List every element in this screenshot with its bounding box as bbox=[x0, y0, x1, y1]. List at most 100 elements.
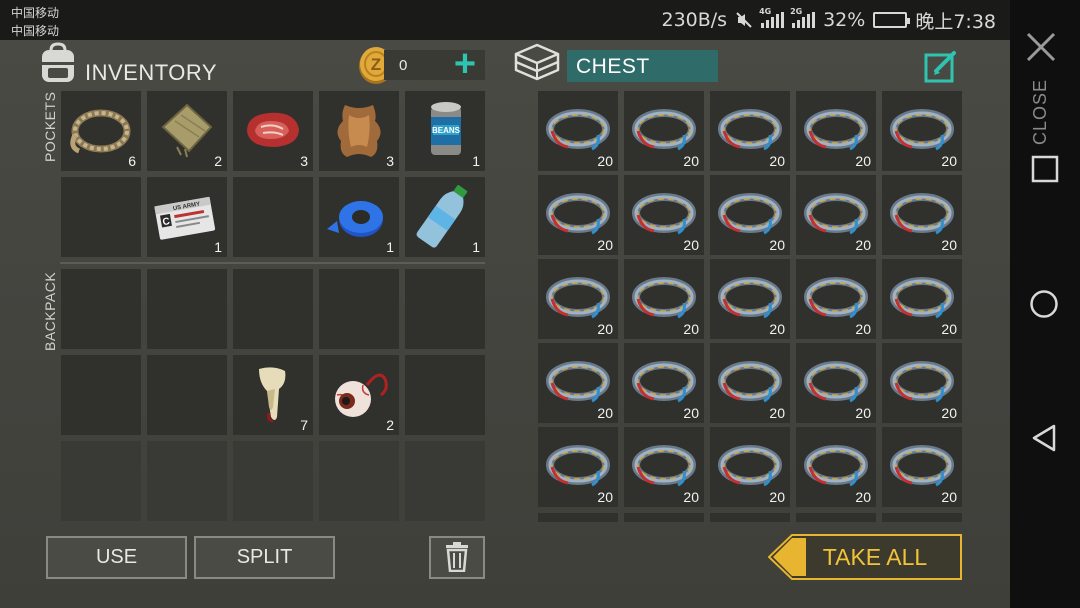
chest-slot[interactable]: 20 bbox=[624, 91, 704, 171]
home-button[interactable] bbox=[1029, 289, 1059, 319]
backpack-slot[interactable] bbox=[61, 355, 141, 435]
plus-icon[interactable]: + bbox=[448, 45, 482, 83]
trash-icon bbox=[446, 542, 468, 573]
chest-slot[interactable]: 20 bbox=[796, 343, 876, 423]
chest-slot[interactable]: 20 bbox=[624, 427, 704, 507]
item-quantity: 7 bbox=[300, 417, 308, 433]
backpack-slot[interactable]: 2 bbox=[319, 355, 399, 435]
chest-slot[interactable]: 20 bbox=[538, 259, 618, 339]
chest-slot[interactable]: 20 bbox=[882, 343, 962, 423]
chest-slot[interactable] bbox=[538, 513, 618, 522]
clock: 晚上7:38 bbox=[915, 10, 996, 33]
chest-slot[interactable]: 20 bbox=[624, 175, 704, 255]
status-indicators: 230B/s 4G 2G 32% 晚上7:38 bbox=[661, 7, 996, 33]
svg-text:Z: Z bbox=[371, 55, 381, 74]
use-button[interactable]: USE bbox=[46, 536, 187, 579]
backpack-slot[interactable] bbox=[319, 269, 399, 349]
chest-slot[interactable]: 20 bbox=[710, 175, 790, 255]
item-quantity: 20 bbox=[855, 153, 871, 169]
pocket-slot[interactable] bbox=[61, 177, 141, 257]
item-quantity: 20 bbox=[683, 237, 699, 253]
rename-chest-icon[interactable] bbox=[924, 49, 958, 83]
locked-slot[interactable] bbox=[319, 441, 399, 521]
signal-4g-label: 4G bbox=[759, 7, 772, 16]
chest-slot[interactable] bbox=[624, 513, 704, 522]
chest-slot[interactable]: 20 bbox=[796, 175, 876, 255]
item-quantity: 20 bbox=[941, 237, 957, 253]
backpack-slot[interactable] bbox=[147, 269, 227, 349]
chest-slot[interactable]: 20 bbox=[710, 259, 790, 339]
chest-slot[interactable]: 20 bbox=[710, 343, 790, 423]
backpack-label: BACKPACK bbox=[42, 271, 58, 351]
pocket-slot[interactable]: 1 bbox=[405, 177, 485, 257]
backpack-slot[interactable] bbox=[61, 269, 141, 349]
item-quantity: 20 bbox=[855, 321, 871, 337]
item-quantity: 2 bbox=[386, 417, 394, 433]
chest-slot[interactable]: 20 bbox=[624, 343, 704, 423]
discard-button[interactable] bbox=[429, 536, 485, 579]
backpack-slot[interactable] bbox=[147, 355, 227, 435]
item-quantity: 20 bbox=[597, 321, 613, 337]
pocket-slot[interactable]: BEANS 1 bbox=[405, 91, 485, 171]
chest-slot[interactable]: 20 bbox=[624, 259, 704, 339]
chest-slot[interactable]: 20 bbox=[710, 427, 790, 507]
chest-slot[interactable]: 20 bbox=[796, 91, 876, 171]
recents-button[interactable] bbox=[1031, 155, 1059, 183]
chest-slot[interactable] bbox=[796, 513, 876, 522]
locked-slot[interactable] bbox=[233, 441, 313, 521]
item-quantity: 20 bbox=[941, 489, 957, 505]
back-button[interactable] bbox=[1030, 423, 1058, 453]
pocket-slot[interactable]: 1 bbox=[319, 177, 399, 257]
backpack-slot[interactable]: 7 bbox=[233, 355, 313, 435]
chest-slot[interactable] bbox=[710, 513, 790, 522]
battery-percent: 32% bbox=[823, 9, 866, 31]
chest-slot[interactable]: 20 bbox=[796, 427, 876, 507]
chest-slot[interactable]: 20 bbox=[538, 343, 618, 423]
chest-slot[interactable]: 20 bbox=[882, 175, 962, 255]
svg-text:BEANS: BEANS bbox=[432, 126, 461, 135]
battery-icon bbox=[873, 12, 911, 28]
backpack-slot[interactable] bbox=[233, 269, 313, 349]
take-all-label: TAKE ALL bbox=[822, 544, 928, 570]
item-quantity: 3 bbox=[300, 153, 308, 169]
item-quantity: 20 bbox=[855, 237, 871, 253]
pocket-slot[interactable]: 3 bbox=[233, 91, 313, 171]
item-quantity: 20 bbox=[597, 153, 613, 169]
item-quantity: 20 bbox=[855, 489, 871, 505]
item-quantity: 3 bbox=[386, 153, 394, 169]
pocket-slot[interactable]: 2 bbox=[147, 91, 227, 171]
split-button[interactable]: SPLIT bbox=[194, 536, 335, 579]
item-quantity: 20 bbox=[769, 405, 785, 421]
item-quantity: 20 bbox=[769, 237, 785, 253]
close-label[interactable]: CLOSE bbox=[1030, 76, 1052, 148]
chest-slot[interactable]: 20 bbox=[538, 427, 618, 507]
locked-slot[interactable] bbox=[147, 441, 227, 521]
backpack-slot[interactable] bbox=[405, 269, 485, 349]
chest-slot[interactable]: 20 bbox=[882, 427, 962, 507]
item-quantity: 20 bbox=[683, 489, 699, 505]
chest-slot[interactable]: 20 bbox=[538, 91, 618, 171]
pocket-slot[interactable]: 6 bbox=[61, 91, 141, 171]
close-icon[interactable] bbox=[1024, 30, 1058, 64]
item-quantity: 1 bbox=[472, 239, 480, 255]
chest-slot[interactable]: 20 bbox=[882, 259, 962, 339]
chest-slot[interactable]: 20 bbox=[538, 175, 618, 255]
item-quantity: 20 bbox=[941, 321, 957, 337]
item-quantity: 20 bbox=[769, 153, 785, 169]
coin-count: 0 bbox=[399, 57, 408, 74]
pocket-slot[interactable]: 3 bbox=[319, 91, 399, 171]
locked-slot[interactable] bbox=[405, 441, 485, 521]
locked-slot[interactable] bbox=[61, 441, 141, 521]
item-quantity: 6 bbox=[128, 153, 136, 169]
backpack-slot[interactable] bbox=[405, 355, 485, 435]
chest-slot[interactable]: 20 bbox=[710, 91, 790, 171]
signal-2g-icon: 2G bbox=[790, 7, 816, 28]
pocket-slot[interactable] bbox=[233, 177, 313, 257]
chest-slot[interactable] bbox=[882, 513, 962, 522]
section-divider bbox=[60, 262, 485, 264]
carrier-2: 中国移动 bbox=[11, 24, 60, 38]
chest-slot[interactable]: 20 bbox=[882, 91, 962, 171]
item-quantity: 20 bbox=[769, 489, 785, 505]
pocket-slot[interactable]: US ARMY C 1 bbox=[147, 177, 227, 257]
chest-slot[interactable]: 20 bbox=[796, 259, 876, 339]
